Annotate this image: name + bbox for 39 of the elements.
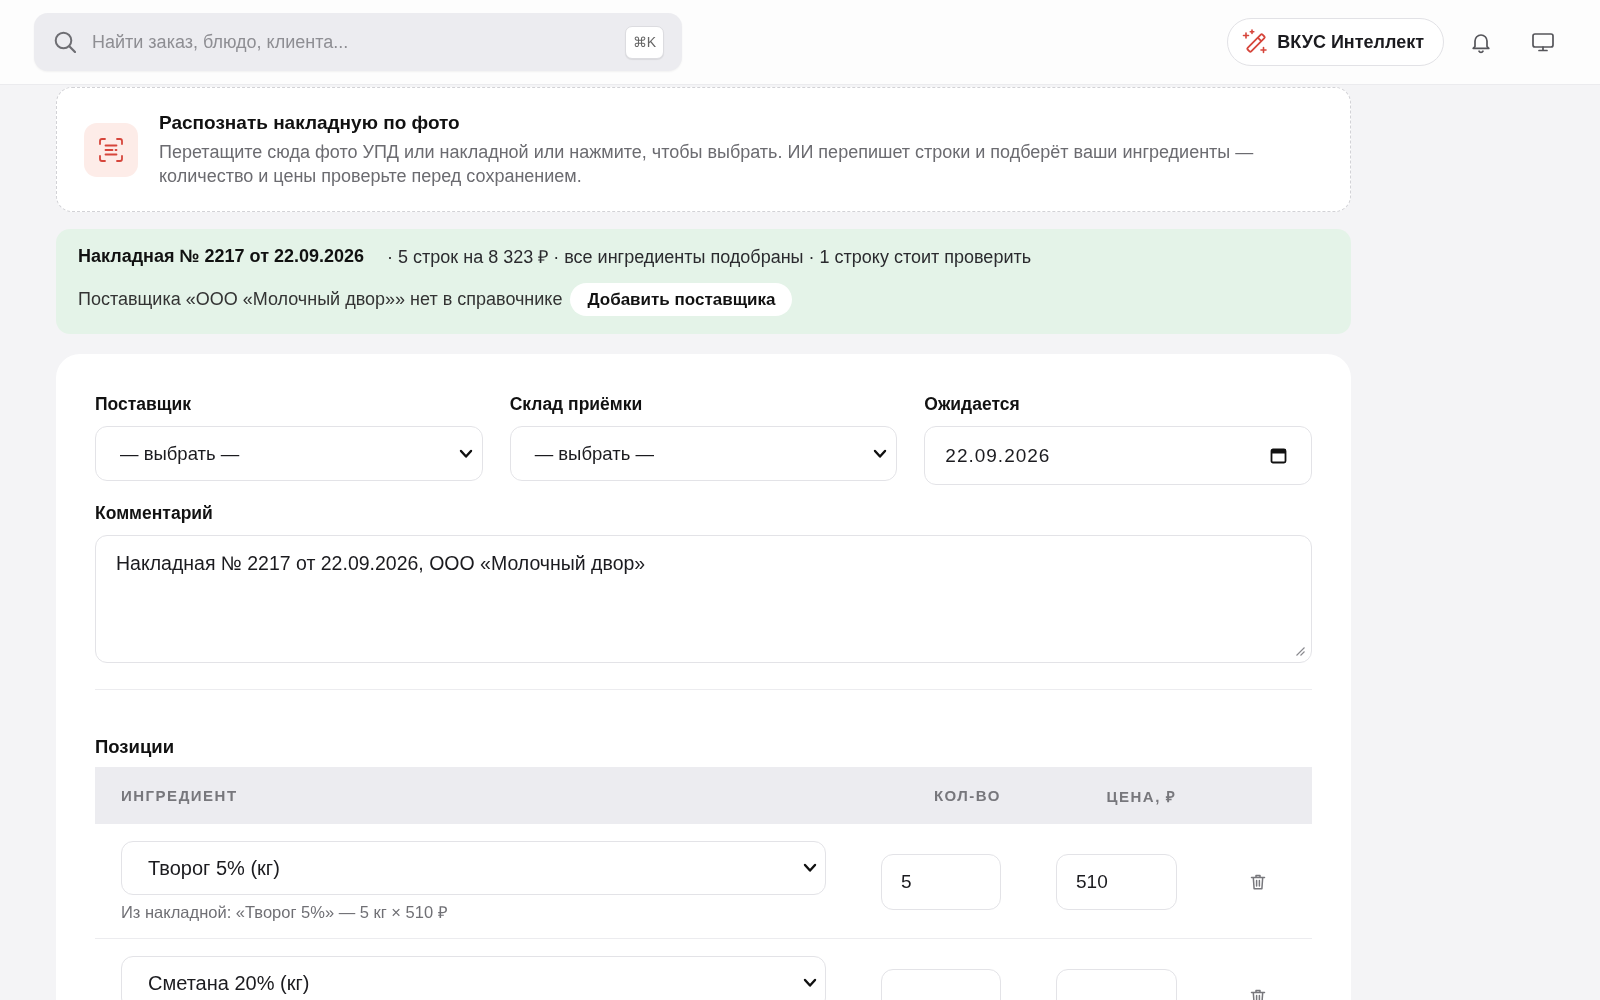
field-label: Склад приёмки [509, 393, 643, 415]
invoice-title: Накладная № 2217 от 22.09.2026 [78, 245, 365, 267]
shortcut-key: ⌘K [624, 25, 664, 59]
select-field[interactable]: — выбрать — [95, 426, 483, 481]
quantity-field[interactable]: 5 [881, 854, 1001, 910]
search-icon [54, 31, 76, 53]
comment-field[interactable]: Накладная № 2217 от 22.09.2026, ООО «Молочный двор» [95, 535, 1312, 663]
scan-text-icon [84, 122, 138, 177]
field-label: Ожидается [924, 393, 1020, 415]
magic-wand-icon [1242, 29, 1269, 55]
resize-handle-icon [1295, 646, 1305, 656]
trash-icon[interactable] [1248, 872, 1268, 892]
monitor-icon[interactable] [1531, 30, 1555, 54]
upload-dropzone[interactable]: Распознать накладную по фото Перетащите сюда фото УПД или накладной или нажмите, чтобы выбрать. ИИ перепишет строки и подберёт ваши ингредиенты — количество и цены проверьте перед сохранением. [56, 87, 1351, 212]
search-input[interactable]: Найти заказ, блюдо, клиента... [92, 29, 609, 55]
price-field[interactable]: 510 [1056, 854, 1177, 910]
assistant-button[interactable]: ВКУС Интеллект [1227, 18, 1444, 66]
upload-description: Перетащите сюда фото УПД или накладной или нажмите, чтобы выбрать. ИИ перепишет строки и подберёт ваши ингредиенты — количество и цены проверьте перед сохранением. [159, 140, 1255, 188]
field-label: Поставщик [95, 393, 192, 415]
chevron-down-icon [873, 448, 888, 459]
add-supplier-button[interactable]: Добавить поставщика [570, 283, 793, 316]
calendar-icon[interactable] [1270, 447, 1287, 464]
chevron-down-icon [458, 448, 473, 459]
select-field[interactable]: — выбрать — [509, 426, 898, 481]
chevron-down-icon [803, 863, 817, 873]
column-header: ЦЕНА, ₽ [1106, 786, 1177, 806]
upload-title: Распознать накладную по фото [159, 110, 461, 135]
search-field[interactable]: Найти заказ, блюдо, клиента... ⌘K [34, 13, 682, 71]
invoice-summary: · 5 строк на 8 323 ₽ · все ингредиенты подобраны · 1 строку стоит проверить [387, 246, 1032, 268]
field-label: Комментарий [95, 502, 213, 524]
column-header: КОЛ-ВО [933, 787, 1001, 804]
date-field[interactable]: 22.09.2026 [924, 426, 1312, 485]
supplier-notice: Поставщика «ООО «Молочный двор»» нет в справочнике [78, 289, 563, 310]
section-title: Позиции [95, 736, 175, 758]
ingredient-select[interactable]: Творог 5% (кг) [121, 841, 826, 895]
source-hint: Из накладной: «Творог 5%» — 5 кг × 510 ₽ [121, 902, 448, 922]
column-header: ИНГРЕДИЕНТ [121, 787, 238, 804]
chevron-down-icon [803, 978, 817, 988]
ingredient-select[interactable]: Сметана 20% (кг) [121, 956, 826, 1000]
